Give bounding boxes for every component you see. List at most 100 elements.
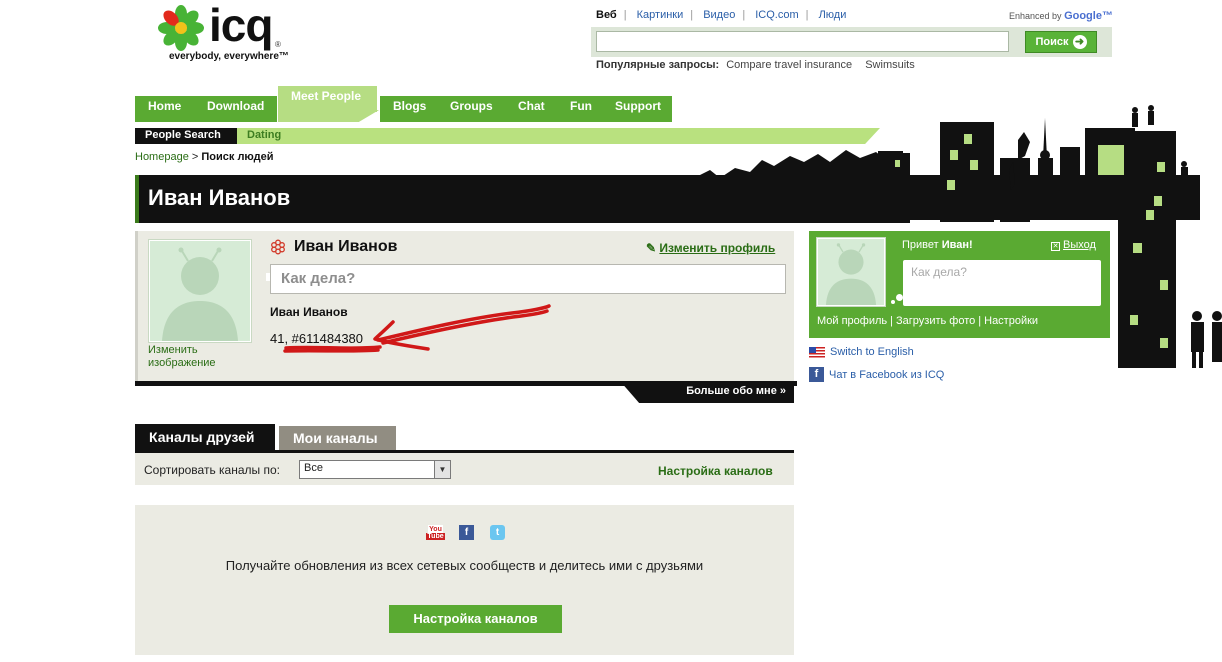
logout-link[interactable]: ✕ Выход	[1051, 239, 1096, 251]
logo-registered: ®	[275, 40, 281, 49]
profile-avatar[interactable]	[148, 239, 252, 343]
widget-greeting: Привет Иван!	[902, 239, 973, 251]
tab-my-channels[interactable]: Мои каналы	[279, 426, 396, 451]
user-silhouette-icon	[162, 247, 238, 341]
avatar-placeholder	[818, 239, 884, 305]
search-nav-video[interactable]: Видео	[703, 9, 735, 21]
widget-avatar[interactable]	[816, 237, 886, 307]
page-title: Иван Иванов	[148, 185, 291, 210]
subnav-dating[interactable]: Dating	[247, 129, 281, 141]
tab-fun[interactable]: Fun	[557, 96, 607, 122]
profile-name-text: Иван Иванов	[294, 238, 398, 255]
separator: |	[690, 9, 694, 21]
search-nav-web[interactable]: Веб	[596, 9, 617, 21]
popular-link[interactable]: Swimsuits	[865, 59, 915, 71]
channels-sort-bar: Сортировать каналы по: Все ▼ Настройка к…	[135, 453, 794, 485]
social-icons-row: You Tube f t	[426, 525, 505, 540]
enhanced-prefix: Enhanced by	[1009, 11, 1062, 21]
settings-link[interactable]: Настройки	[984, 315, 1038, 327]
tab-chat[interactable]: Chat	[505, 96, 560, 122]
search-type-nav: Веб | Картинки | Видео | ICQ.com | Люди	[596, 9, 846, 21]
arrow-right-icon: ➜	[1072, 35, 1087, 49]
popular-label: Популярные запросы:	[596, 59, 720, 71]
facebook-icon[interactable]: f	[459, 525, 474, 540]
greeting-prefix: Привет	[902, 239, 942, 251]
my-profile-link[interactable]: Мой профиль	[817, 315, 887, 327]
profile-panel: Изменить изображение Иван Иванов ✎ Измен…	[135, 231, 797, 386]
sort-select-value: Все	[304, 462, 323, 474]
status-flower-icon	[271, 239, 285, 255]
enhanced-by-google: Enhanced by Google™	[1009, 10, 1113, 22]
change-image-line1: Изменить	[148, 344, 198, 356]
profile-age-uin: 41, #611484380	[270, 331, 364, 346]
breadcrumb-home[interactable]: Homepage	[135, 151, 189, 163]
profile-subtitle-name: Иван Иванов	[270, 305, 348, 319]
updates-description: Получайте обновления из всех сетевых соо…	[225, 558, 704, 573]
search-nav-icqcom[interactable]: ICQ.com	[755, 9, 798, 21]
us-flag-icon	[809, 346, 825, 358]
avatar-placeholder	[150, 241, 250, 341]
change-image-line2: изображение	[148, 357, 216, 369]
more-about-me-button[interactable]: Больше обо мне »	[620, 381, 794, 403]
profile-name: Иван Иванов	[270, 238, 397, 256]
user-widget: Привет Иван! ✕ Выход Как дела? Мой профил…	[809, 231, 1110, 338]
close-icon: ✕	[1051, 242, 1060, 251]
subnav-people-search[interactable]: People Search	[135, 128, 237, 144]
separator: |	[805, 9, 809, 21]
popular-link[interactable]: Compare travel insurance	[726, 59, 852, 71]
sort-select[interactable]: Все ▼	[299, 460, 451, 479]
social-updates-panel: You Tube f t Получайте обновления из всех…	[135, 505, 794, 655]
channel-settings-button[interactable]: Настройка каналов	[389, 605, 562, 633]
breadcrumb: Homepage > Поиск людей	[135, 151, 274, 163]
tab-blogs[interactable]: Blogs	[380, 96, 442, 122]
facebook-chat-row: f Чат в Facebook из ICQ	[809, 367, 944, 382]
tab-home[interactable]: Home	[135, 96, 197, 122]
channel-settings-link[interactable]: Настройка каналов	[658, 464, 773, 478]
tab-meet-people[interactable]: Meet People	[278, 86, 379, 112]
logo-tagline: everybody, everywhere™	[169, 51, 289, 62]
separator: |	[623, 9, 627, 21]
tab-support[interactable]: Support	[602, 96, 674, 122]
bubble-dot	[896, 294, 903, 301]
icq-flower-icon	[158, 5, 204, 51]
breadcrumb-current: Поиск людей	[201, 151, 274, 163]
search-button[interactable]: Поиск ➜	[1025, 31, 1097, 53]
edit-profile-label: Изменить профиль	[659, 241, 776, 255]
widget-links: Мой профиль | Загрузить фото | Настройки	[817, 315, 1038, 327]
greeting-name: Иван!	[941, 239, 973, 251]
icq-logo[interactable]: icq ® everybody, everywhere™	[157, 0, 289, 64]
separator: |	[890, 315, 894, 327]
upload-photo-link[interactable]: Загрузить фото	[896, 315, 975, 327]
sort-label: Сортировать каналы по:	[144, 463, 280, 477]
tab-groups[interactable]: Groups	[437, 96, 508, 122]
title-bar-accent	[135, 175, 139, 223]
switch-english-row: Switch to English	[809, 346, 914, 358]
change-image-link[interactable]: Изменить изображение	[148, 344, 216, 370]
facebook-chat-link[interactable]: Чат в Facebook из ICQ	[829, 369, 944, 381]
logout-label: Выход	[1063, 239, 1096, 251]
status-input[interactable]: Как дела?	[270, 264, 786, 294]
logo-wordmark: icq	[209, 0, 273, 51]
tab-friends-channels[interactable]: Каналы друзей	[135, 424, 275, 451]
search-bar: Поиск ➜	[591, 27, 1112, 57]
search-nav-people[interactable]: Люди	[819, 9, 847, 21]
edit-profile-link[interactable]: ✎ Изменить профиль	[646, 241, 775, 255]
active-tab-extension	[278, 110, 379, 122]
widget-status-input[interactable]: Как дела?	[903, 260, 1101, 306]
youtube-icon[interactable]: You Tube	[426, 525, 445, 540]
search-input[interactable]	[596, 31, 1009, 52]
facebook-icon: f	[809, 367, 824, 382]
separator: |	[978, 315, 982, 327]
search-button-label: Поиск	[1035, 36, 1069, 48]
pencil-icon: ✎	[646, 241, 657, 255]
search-nav-images[interactable]: Картинки	[637, 9, 684, 21]
switch-english-link[interactable]: Switch to English	[830, 346, 914, 358]
tab-download[interactable]: Download	[194, 96, 280, 122]
breadcrumb-separator: >	[188, 151, 202, 163]
twitter-icon[interactable]: t	[490, 525, 505, 540]
popular-searches: Популярные запросы: Compare travel insur…	[596, 59, 921, 71]
google-brand: Google™	[1064, 10, 1113, 22]
separator: |	[742, 9, 746, 21]
user-silhouette-icon	[825, 243, 877, 305]
chevron-down-icon: ▼	[434, 461, 450, 478]
